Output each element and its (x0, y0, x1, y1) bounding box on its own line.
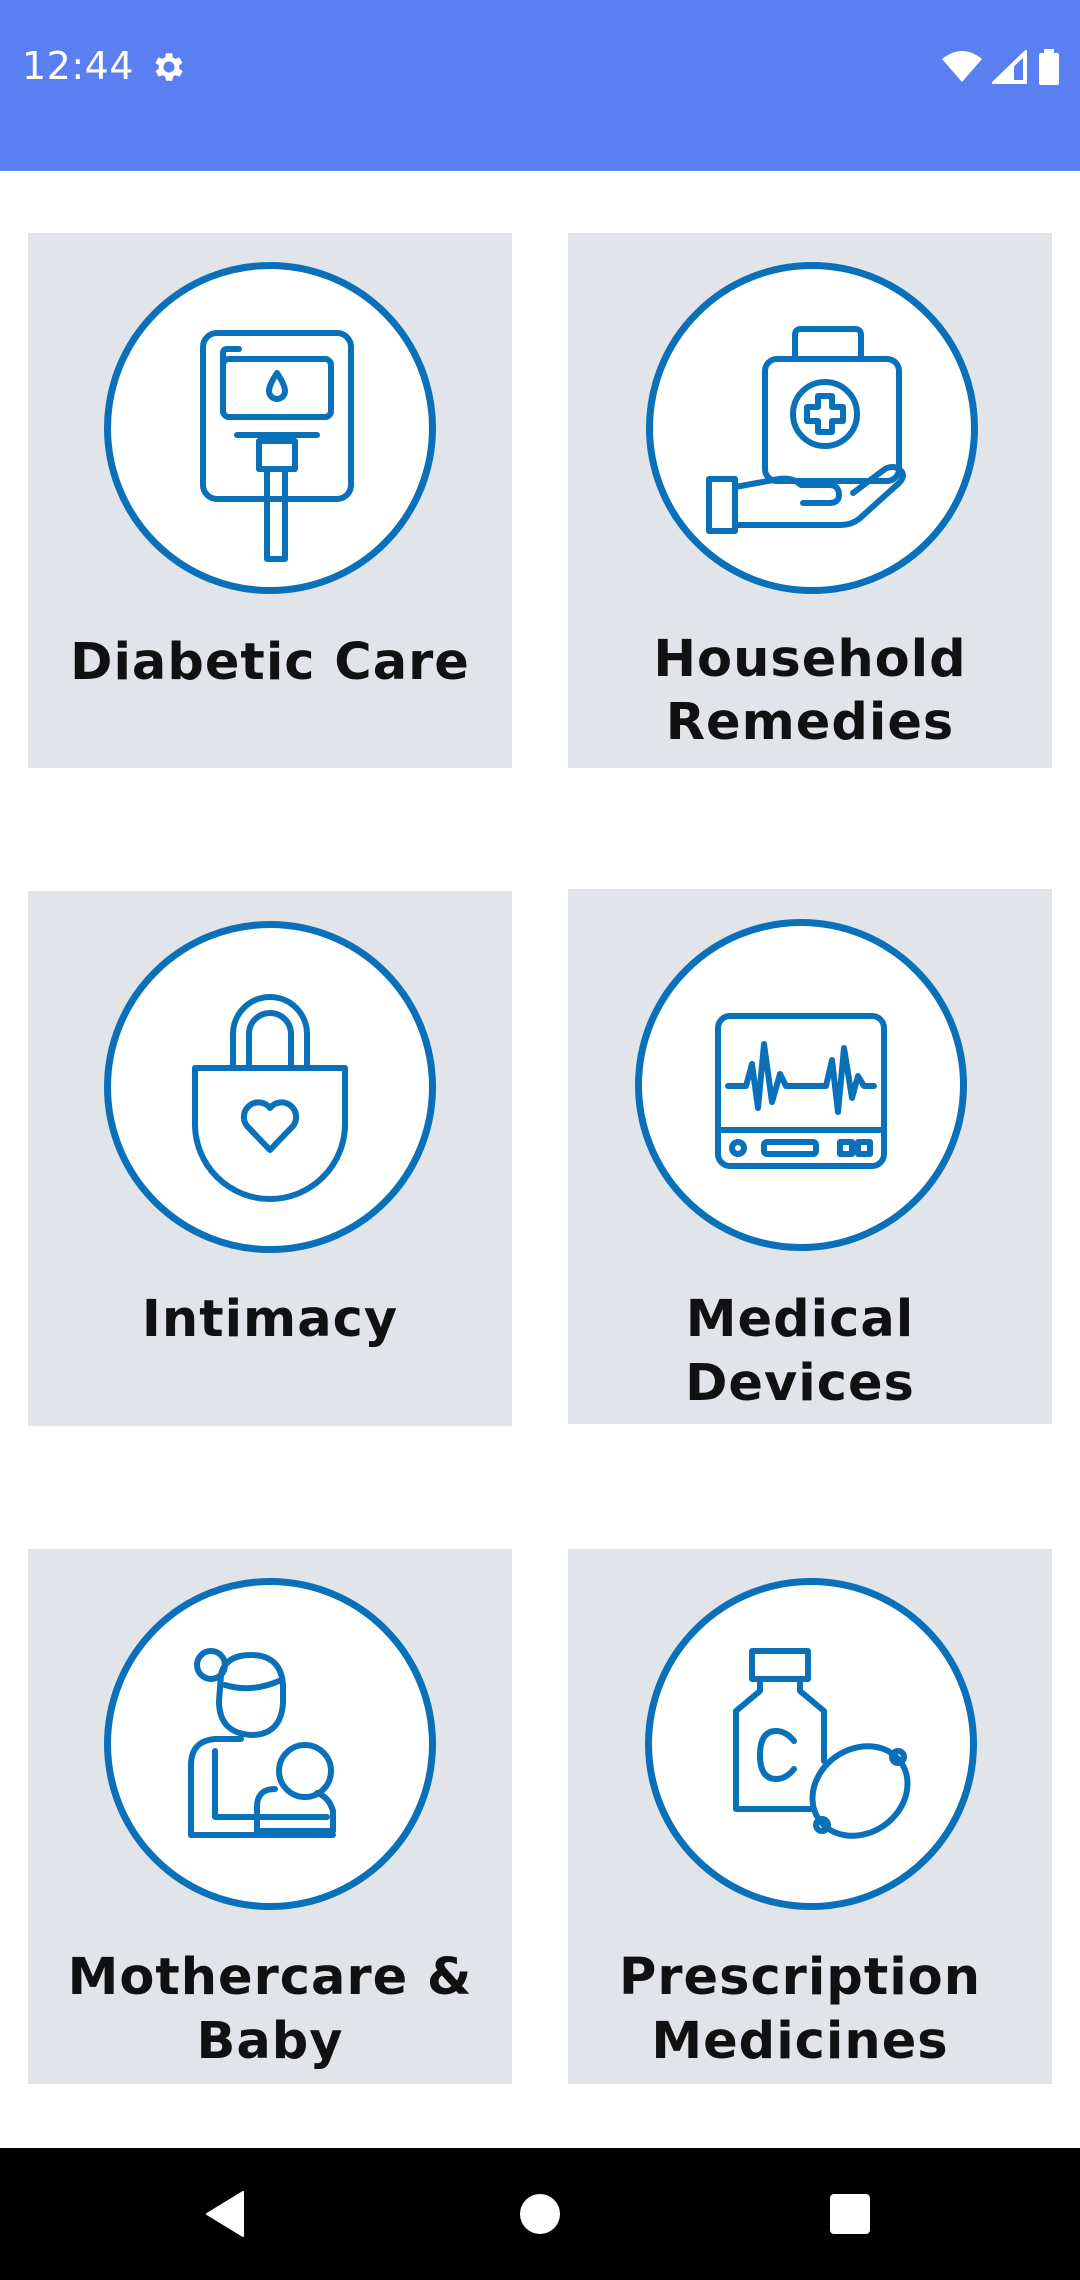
category-label: Intimacy (141, 1290, 399, 1349)
mother-baby-icon (188, 1648, 336, 1838)
category-label: Baby (196, 2012, 344, 2071)
home-icon[interactable] (500, 2174, 580, 2254)
category-icon-frame (645, 1578, 977, 1910)
navigation-bar (0, 2148, 1080, 2280)
category-icon-frame (104, 921, 436, 1253)
category-tile-household-remedies[interactable]: Household Remedies (568, 233, 1052, 768)
heart-monitor-icon (715, 1013, 887, 1169)
category-tile-prescription-medicines[interactable]: Prescription Medicines (568, 1549, 1052, 2084)
vitamin-c-icon (733, 1648, 911, 1839)
category-label: Medicines (651, 2012, 949, 2071)
category-label: Household (653, 630, 967, 689)
first-aid-kit-icon (706, 326, 906, 534)
glucometer-icon (200, 330, 354, 562)
category-tile-medical-devices[interactable]: Medical Devices (568, 889, 1052, 1424)
back-icon[interactable] (185, 2174, 265, 2254)
category-label: Mothercare & (67, 1948, 473, 2007)
category-label: Remedies (665, 693, 955, 752)
category-tile-intimacy[interactable]: Intimacy (28, 891, 512, 1426)
category-tile-diabetic-care[interactable]: Diabetic Care (28, 233, 512, 768)
category-label: Diabetic Care (70, 633, 470, 692)
category-label: Medical (685, 1290, 915, 1349)
category-icon-frame (646, 262, 978, 594)
category-icon-frame (104, 262, 436, 594)
category-tile-mothercare-baby[interactable]: Mothercare & Baby (28, 1549, 512, 2084)
category-label: Devices (685, 1354, 915, 1413)
category-icon-frame (104, 1578, 436, 1910)
recents-icon[interactable] (810, 2174, 890, 2254)
category-label: Prescription (618, 1948, 982, 2007)
category-grid: Diabetic Care Household Remedies Intimac… (0, 0, 1080, 2148)
heart-lock-icon (192, 994, 348, 1202)
category-icon-frame (635, 919, 967, 1251)
